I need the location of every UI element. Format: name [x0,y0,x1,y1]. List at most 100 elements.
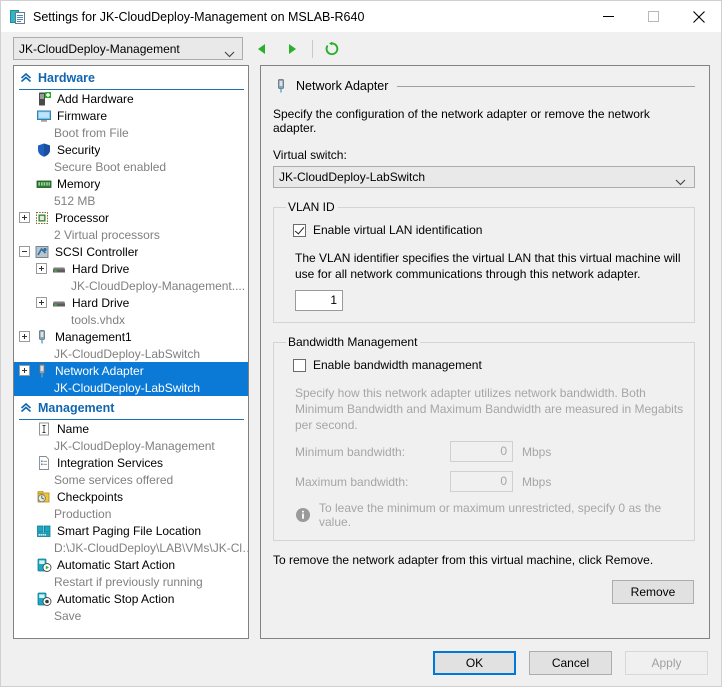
sidebar-item-security[interactable]: Security [14,141,248,158]
sidebar-item-management1[interactable]: Management1 [14,328,248,345]
sidebar-item-sublabel: D:\JK-CloudDeploy\LAB\VMs\JK-Cl… [54,540,248,555]
caption-buttons [586,1,721,32]
expand-network-adapter-icon[interactable] [19,365,30,376]
sidebar-item-scsi-controller[interactable]: SCSI Controller [14,243,248,260]
sidebar-item-integration-services[interactable]: Integration Services [14,454,248,471]
minimize-button[interactable] [586,1,631,32]
enable-bandwidth-checkbox-row[interactable]: Enable bandwidth management [293,358,684,372]
enable-vlan-checkbox-row[interactable]: Enable virtual LAN identification [293,223,684,237]
sidebar-item-label: Checkpoints [57,489,124,504]
ok-button[interactable]: OK [433,650,516,675]
settings-dialog-window: Settings for JK-CloudDeploy-Management o… [0,0,722,687]
sidebar-item-network-adapter[interactable]: Network Adapter [14,362,248,379]
maximum-bandwidth-input[interactable]: 0 [450,471,513,492]
hard-drive-icon [51,295,67,311]
sidebar-item-memory[interactable]: Memory [14,175,248,192]
sidebar-item-sublabel: Production [54,506,112,521]
sidebar-item-label: Hard Drive [72,295,130,310]
vlan-id-input[interactable]: 1 [295,290,343,311]
sidebar-item-label: Smart Paging File Location [57,523,202,538]
sidebar-item-sublabel: 512 MB [54,193,96,208]
sidebar-item-label: Network Adapter [55,363,144,378]
sidebar-item-sublabel: Secure Boot enabled [54,159,167,174]
smart-paging-icon [36,523,52,539]
sidebar-item-sublabel: Boot from File [54,125,129,140]
sidebar-item-label: Hard Drive [72,261,130,276]
minimum-bandwidth-input[interactable]: 0 [450,441,513,462]
window-title: Settings for JK-CloudDeploy-Management o… [33,9,365,24]
scsi-controller-icon [34,244,50,260]
vm-select-dropdown[interactable]: JK-CloudDeploy-Management [13,37,243,60]
sidebar-item-hard-drive-2[interactable]: Hard Drive [14,294,248,311]
sidebar-item-firmware[interactable]: Firmware [14,107,248,124]
back-button[interactable] [251,38,273,60]
sidebar-item-checkpoints[interactable]: Checkpoints [14,488,248,505]
expand-processor-icon[interactable] [19,212,30,223]
chevron-down-icon [675,175,686,189]
sidebar-item-sublabel: Restart if previously running [54,574,203,589]
sidebar-item-label: Processor [55,210,110,225]
processor-icon [34,210,50,226]
bandwidth-legend: Bandwidth Management [288,335,418,349]
expand-management1-icon[interactable] [19,331,30,342]
sidebar-item-sublabel: JK-CloudDeploy-LabSwitch [14,379,248,396]
sidebar-item-label: Security [57,142,101,157]
firmware-icon [36,108,52,124]
network-adapter-settings-panel: Network Adapter Specify the configuratio… [260,65,710,639]
sidebar-item-smart-paging-file-location[interactable]: Smart Paging File Location [14,522,248,539]
collapse-scsi-icon[interactable] [19,246,30,257]
expand-hard-drive-icon[interactable] [36,297,47,308]
sidebar-item-sublabel: JK-CloudDeploy-Management [54,438,215,453]
sidebar-item-add-hardware[interactable]: Add Hardware [14,90,248,107]
maximize-button[interactable] [631,1,676,32]
chevron-up-icon [19,71,33,85]
enable-bandwidth-checkbox[interactable] [293,358,306,372]
sidebar-item-label: SCSI Controller [55,244,139,259]
maximum-bandwidth-row: Maximum bandwidth: 0 Mbps [295,471,684,492]
sidebar-item-label: Add Hardware [57,91,134,106]
refresh-button[interactable] [321,38,343,60]
checkpoints-icon [36,489,52,505]
sidebar-item-processor[interactable]: Processor [14,209,248,226]
settings-navigation-tree[interactable]: Hardware Add Hardware Firmware Boot from… [13,65,249,639]
tree-group-label: Management [38,401,115,415]
apply-button[interactable]: Apply [625,650,708,675]
enable-vlan-checkbox[interactable] [293,223,306,237]
network-adapter-icon [34,329,50,345]
hard-drive-icon [51,261,67,277]
sidebar-item-automatic-start-action[interactable]: Automatic Start Action [14,556,248,573]
virtual-switch-dropdown[interactable]: JK-CloudDeploy-LabSwitch [273,166,695,188]
sidebar-item-sublabel: JK-CloudDeploy-Management.... [71,278,246,293]
vm-select-value: JK-CloudDeploy-Management [19,41,180,56]
sidebar-item-name[interactable]: Name [14,420,248,437]
panel-heading: Network Adapter [273,78,695,94]
bandwidth-info-text: To leave the minimum or maximum unrestri… [319,501,662,529]
page-title: Network Adapter [296,79,389,93]
tree-group-management[interactable]: Management [19,398,244,420]
maximum-bandwidth-label: Maximum bandwidth: [295,474,409,489]
minimum-bandwidth-label: Minimum bandwidth: [295,444,406,459]
auto-start-icon [36,557,52,573]
tree-group-hardware[interactable]: Hardware [19,68,244,90]
sidebar-item-sublabel: Some services offered [54,472,174,487]
expand-hard-drive-icon[interactable] [36,263,47,274]
cancel-button[interactable]: Cancel [529,650,612,675]
sidebar-item-hard-drive-1[interactable]: Hard Drive [14,260,248,277]
close-button[interactable] [676,1,721,32]
remove-button[interactable]: Remove [612,580,694,604]
toolbar-separator [312,39,313,58]
remove-adapter-text: To remove the network adapter from this … [273,553,654,567]
virtual-switch-label: Virtual switch: [273,148,347,162]
sidebar-item-label: Automatic Start Action [57,557,176,572]
enable-bandwidth-label: Enable bandwidth management [313,358,482,372]
virtual-switch-value: JK-CloudDeploy-LabSwitch [279,170,426,184]
forward-button[interactable] [281,38,303,60]
dialog-footer: OK Cancel Apply [1,639,721,686]
sidebar-item-label: Name [57,421,90,436]
name-icon [36,421,52,437]
heading-rule [397,85,695,87]
toolbar: JK-CloudDeploy-Management [1,32,721,65]
tree-group-label: Hardware [38,71,95,85]
chevron-up-icon [19,401,33,415]
sidebar-item-automatic-stop-action[interactable]: Automatic Stop Action [14,590,248,607]
